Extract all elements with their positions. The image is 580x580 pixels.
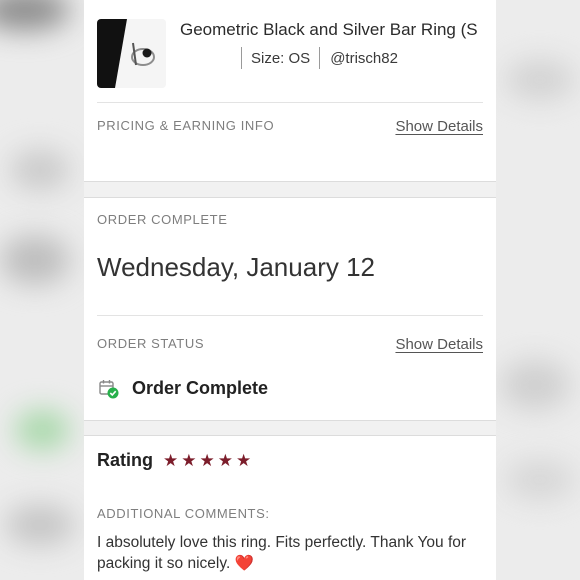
order-status-label: ORDER STATUS — [97, 336, 205, 351]
star-icon: ★ — [181, 451, 197, 470]
product-thumbnail[interactable] — [97, 19, 166, 88]
pricing-section-label: PRICING & EARNING INFO — [97, 118, 275, 133]
rating-label: Rating — [97, 450, 153, 470]
order-complete-date: Wednesday, January 12 — [97, 252, 375, 282]
pricing-show-details-link[interactable]: Show Details — [395, 118, 483, 135]
comment-body: I absolutely love this ring. Fits perfec… — [97, 534, 467, 572]
section-separator — [84, 420, 496, 436]
order-details-panel: Geometric Black and Silver Bar Ring (S S… — [84, 0, 496, 580]
section-separator — [84, 181, 496, 198]
seller-username[interactable]: @trisch82 — [320, 50, 398, 67]
order-status-row: Order Complete — [99, 378, 268, 399]
comment-text: I absolutely love this ring. Fits perfec… — [97, 532, 477, 574]
product-size: Size: OS — [251, 49, 311, 67]
heart-emoji: ❤️ — [234, 555, 254, 572]
rating-stars: ★ ★ ★ ★ ★ — [163, 452, 254, 469]
order-status-show-details-link[interactable]: Show Details — [395, 336, 483, 353]
product-title[interactable]: Geometric Black and Silver Bar Ring (S — [180, 20, 496, 40]
star-icon: ★ — [217, 451, 233, 470]
product-meta: Size: OS @trisch82 — [241, 47, 398, 69]
order-status-text: Order Complete — [132, 378, 269, 398]
ring-photo-icon — [97, 19, 166, 88]
additional-comments-label: ADDITIONAL COMMENTS: — [97, 506, 270, 521]
star-icon: ★ — [163, 451, 179, 470]
divider — [97, 315, 483, 316]
calendar-check-icon — [99, 379, 119, 398]
rating-row: Rating ★ ★ ★ ★ ★ — [97, 450, 254, 471]
star-icon: ★ — [236, 451, 252, 470]
divider — [97, 102, 483, 103]
order-complete-label: ORDER COMPLETE — [97, 212, 228, 227]
star-icon: ★ — [199, 451, 215, 470]
